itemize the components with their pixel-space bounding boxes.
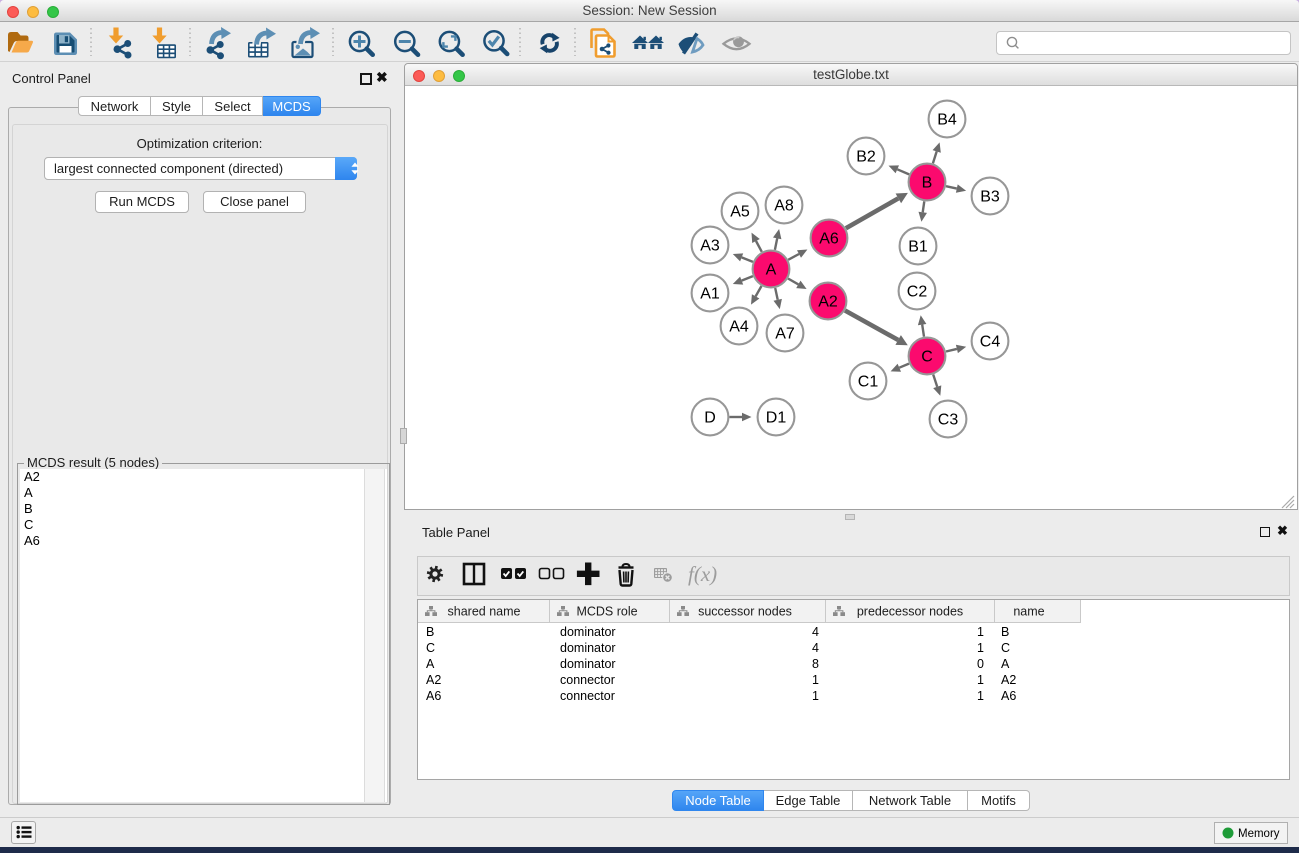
svg-text:B: B [1001, 625, 1009, 639]
svg-text:1: 1 [977, 673, 984, 687]
svg-text:B1: B1 [908, 239, 928, 256]
svg-text:dominator: dominator [560, 625, 616, 639]
svg-text:C: C [426, 641, 435, 655]
svg-text:1: 1 [977, 641, 984, 655]
svg-text:name: name [1013, 605, 1044, 619]
svg-text:f(x): f(x) [688, 562, 717, 586]
svg-text:dominator: dominator [560, 641, 616, 655]
svg-text:Memory: Memory [1238, 828, 1280, 840]
svg-text:0: 0 [977, 657, 984, 671]
svg-text:connector: connector [560, 689, 615, 703]
svg-text:A7: A7 [775, 326, 795, 343]
svg-text:B4: B4 [937, 112, 957, 129]
svg-text:D: D [704, 410, 716, 427]
svg-text:C1: C1 [858, 374, 879, 391]
svg-text:1: 1 [812, 673, 819, 687]
svg-text:A: A [766, 262, 777, 279]
svg-text:A2: A2 [818, 294, 838, 311]
svg-text:A: A [1001, 657, 1010, 671]
svg-text:C: C [1001, 641, 1010, 655]
svg-text:B3: B3 [980, 189, 1000, 206]
svg-text:4: 4 [812, 625, 819, 639]
svg-text:A2: A2 [1001, 673, 1016, 687]
svg-text:A5: A5 [730, 204, 750, 221]
svg-text:8: 8 [812, 657, 819, 671]
svg-text:D1: D1 [766, 410, 787, 427]
svg-text:A: A [426, 657, 435, 671]
svg-text:predecessor nodes: predecessor nodes [857, 605, 963, 619]
svg-text:shared name: shared name [448, 605, 521, 619]
svg-text:B: B [426, 625, 434, 639]
svg-text:A8: A8 [774, 198, 794, 215]
svg-text:A3: A3 [700, 238, 720, 255]
svg-text:B2: B2 [856, 149, 876, 166]
svg-text:1: 1 [812, 689, 819, 703]
svg-text:A1: A1 [700, 286, 720, 303]
svg-text:A2: A2 [426, 673, 441, 687]
svg-text:A6: A6 [1001, 689, 1016, 703]
svg-text:C3: C3 [938, 412, 959, 429]
svg-text:A6: A6 [426, 689, 441, 703]
svg-text:successor nodes: successor nodes [698, 605, 792, 619]
svg-text:C4: C4 [980, 334, 1001, 351]
svg-text:A4: A4 [729, 319, 749, 336]
svg-text:1: 1 [977, 689, 984, 703]
svg-text:4: 4 [812, 641, 819, 655]
svg-text:A6: A6 [819, 231, 839, 248]
svg-text:C2: C2 [907, 284, 928, 301]
svg-text:dominator: dominator [560, 657, 616, 671]
svg-text:1: 1 [977, 625, 984, 639]
svg-text:C: C [921, 349, 933, 366]
svg-text:MCDS role: MCDS role [576, 605, 637, 619]
svg-text:connector: connector [560, 673, 615, 687]
svg-text:B: B [922, 175, 933, 192]
